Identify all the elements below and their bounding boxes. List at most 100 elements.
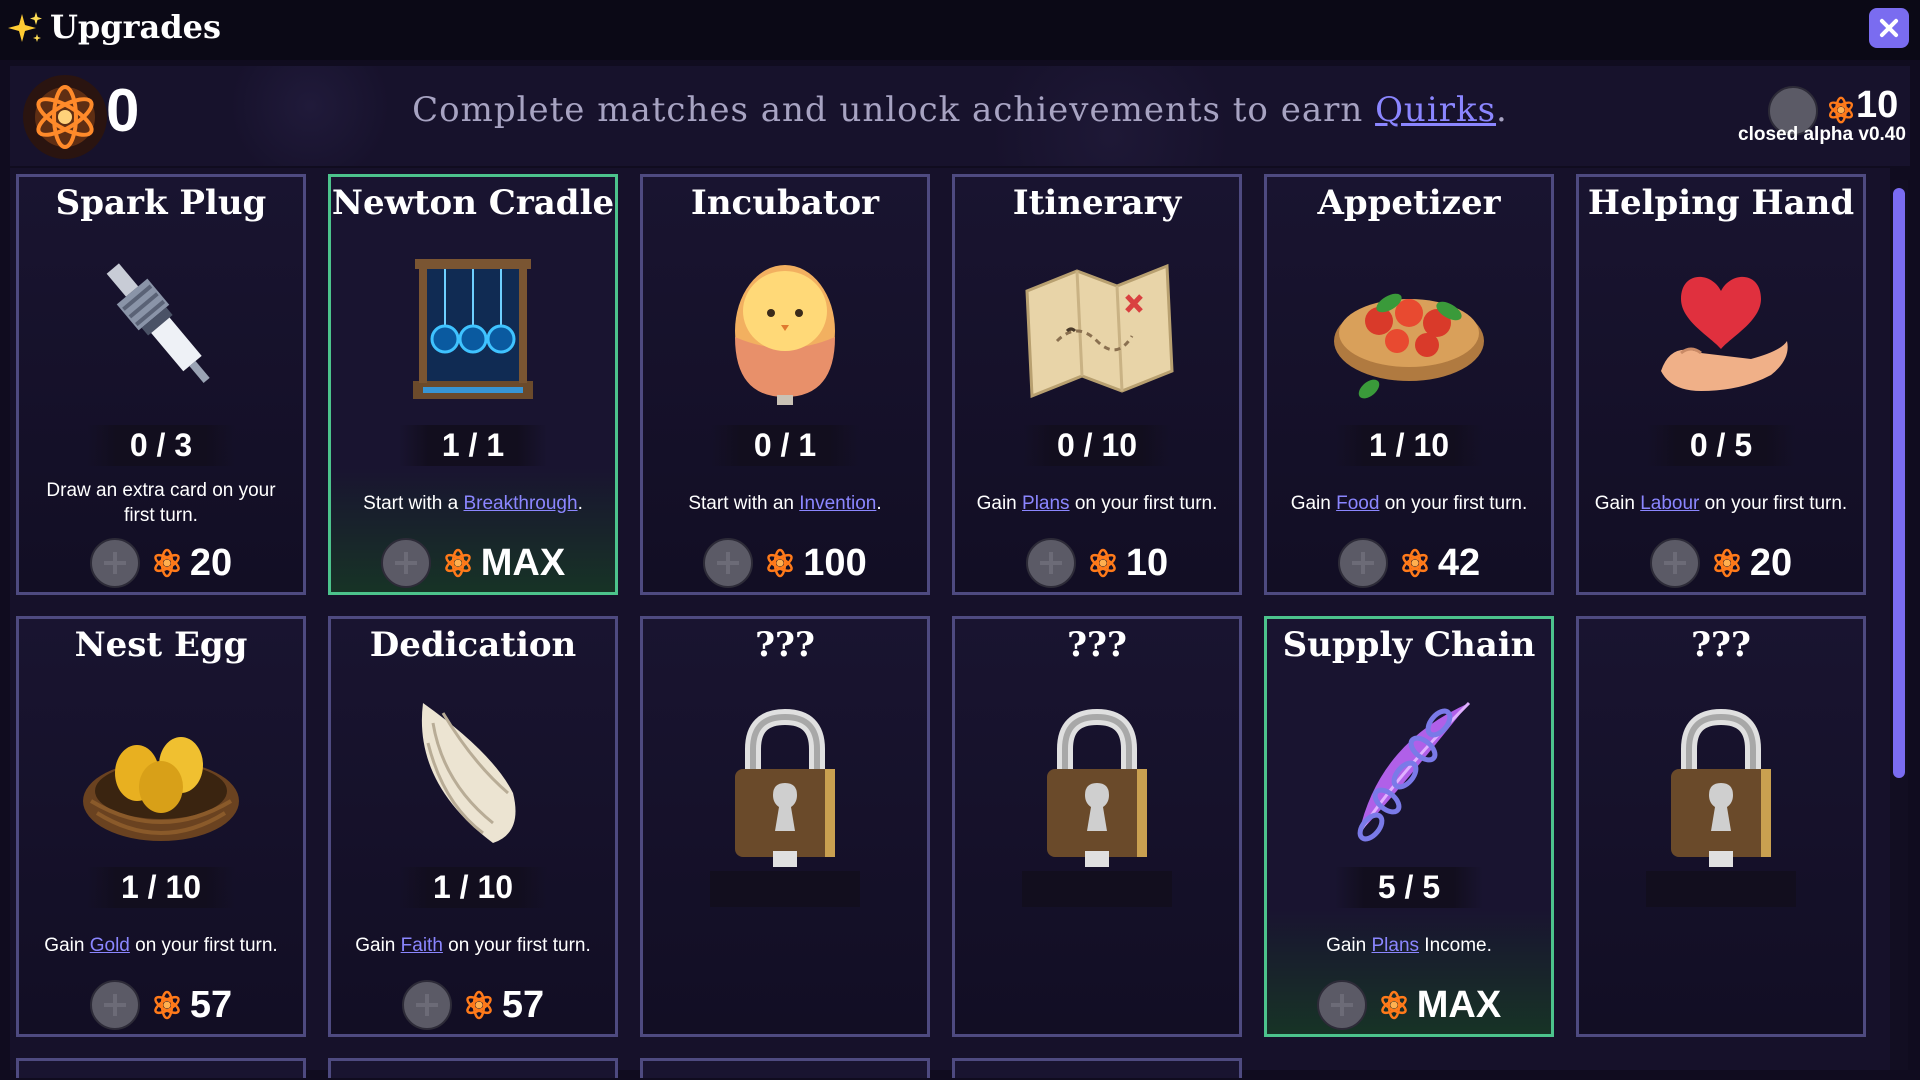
quirk-icon [767, 548, 794, 578]
keyword-link[interactable]: Invention [799, 493, 876, 514]
keyword-link[interactable]: Gold [90, 935, 130, 956]
level-placeholder [1646, 871, 1796, 907]
locked-upgrade-card[interactable]: ??? [952, 616, 1242, 1037]
upgrade-description: Gain Plans Income. [1279, 917, 1539, 973]
upgrade-level: 1 / 10 [87, 867, 235, 908]
upgrade-name: Dedication [369, 625, 577, 665]
keyword-link[interactable]: Plans [1022, 493, 1070, 514]
quirk-icon [1714, 548, 1740, 578]
description-text: . [577, 492, 583, 514]
upgrade-description: Gain Gold on your first turn. [31, 917, 291, 973]
buy-button[interactable] [89, 538, 140, 588]
padlock-icon [1631, 699, 1811, 869]
upgrade-name: Supply Chain [1282, 625, 1536, 665]
upgrade-name: Appetizer [1317, 183, 1501, 223]
upgrade-card[interactable]: Newton Cradle 1 / 1 Start with a Breakthro… [328, 174, 618, 595]
upgrade-card[interactable]: Appetizer 1 / 10 Gain Food on your first t… [1264, 174, 1554, 595]
upgrade-description: Gain Food on your first turn. [1279, 475, 1539, 531]
quirk-icon [1828, 96, 1854, 124]
keyword-link[interactable]: Breakthrough [463, 493, 577, 514]
upgrade-card[interactable]: Incubator 0 / 1 Start with an Invention. 10… [640, 174, 930, 595]
wing-icon [383, 683, 563, 853]
padlock-icon [695, 699, 875, 869]
buy-button[interactable] [401, 980, 452, 1030]
upgrade-name: Newton Cradle [331, 183, 615, 223]
upgrade-card[interactable]: Nest Egg 1 / 10 Gain Gold on your first tu… [16, 616, 306, 1037]
upgrade-card[interactable]: Supply Chain 5 / 5 Gain Plans Income. MAX [1264, 616, 1554, 1037]
keyword-link[interactable]: Faith [401, 935, 443, 956]
buy-button[interactable] [1025, 538, 1076, 588]
upgrade-description: Gain Faith on your first turn. [343, 917, 603, 973]
map-icon [1007, 241, 1187, 411]
upgrade-description: Gain Plans on your first turn. [967, 475, 1227, 531]
upgrade-card[interactable]: Dedication 1 / 10 Gain Faith on your first… [328, 616, 618, 1037]
version-label: closed alpha v0.40 [1738, 124, 1906, 145]
keyword-link[interactable]: Food [1336, 493, 1379, 514]
buy-button[interactable] [1649, 538, 1700, 588]
level-placeholder [1022, 871, 1172, 907]
description-text: on your first turn. [1069, 492, 1218, 514]
cost-value: 10 [1125, 541, 1169, 584]
secondary-count: 10 [1856, 84, 1899, 126]
upgrade-name: Incubator [690, 183, 880, 223]
quirk-icon [444, 548, 471, 578]
description-text: Draw an extra card on your first turn. [46, 480, 276, 526]
upgrade-card[interactable]: Itinerary 0 / 10 Gain Plans on your first … [952, 174, 1242, 595]
buy-button[interactable] [703, 538, 754, 588]
upgrade-name: ??? [755, 625, 815, 665]
upgrade-level: 0 / 10 [1023, 425, 1171, 466]
quirk-icon [466, 990, 492, 1020]
newton-cradle-icon [383, 241, 563, 411]
close-button[interactable] [1869, 8, 1909, 48]
nest-egg-icon [71, 683, 251, 853]
upgrade-card[interactable]: Spark Plug 0 / 3 Draw an extra card on you… [16, 174, 306, 595]
cost-value: 20 [189, 541, 233, 584]
quirks-link[interactable]: Quirks [1375, 90, 1496, 130]
upgrade-cost: 20 [1579, 537, 1863, 589]
upgrade-cost: 42 [1267, 537, 1551, 589]
upgrade-cost: 10 [955, 537, 1239, 589]
quirk-icon [154, 548, 180, 578]
quirk-icon [1380, 990, 1407, 1020]
cost-value: 42 [1437, 541, 1481, 584]
locked-upgrade-card[interactable]: ??? [640, 616, 930, 1037]
scrollbar-thumb[interactable] [1893, 188, 1905, 778]
keyword-link[interactable]: Plans [1372, 935, 1420, 956]
scrollbar[interactable] [1890, 180, 1908, 1070]
upgrade-description: Start with a Breakthrough. [343, 475, 603, 531]
buy-button[interactable] [380, 538, 431, 588]
cost-value: MAX [1416, 983, 1502, 1026]
buy-button[interactable] [1337, 538, 1388, 588]
upgrade-level: 1 / 10 [1335, 425, 1483, 466]
upgrade-level: 0 / 1 [711, 425, 859, 466]
description-text: Gain [1326, 934, 1372, 956]
bruschetta-icon [1319, 241, 1499, 411]
upgrade-name: Nest Egg [74, 625, 248, 665]
chain-feather-icon [1319, 683, 1499, 853]
spark-plug-icon [71, 241, 251, 411]
description-text: on your first turn. [129, 934, 278, 956]
quirk-icon [1090, 548, 1116, 578]
upgrade-cost: 57 [331, 979, 615, 1031]
cost-value: 100 [803, 541, 867, 584]
upgrade-level: 0 / 5 [1647, 425, 1795, 466]
description-text: Income. [1419, 934, 1492, 956]
quirk-icon [154, 990, 180, 1020]
upgrade-name: Spark Plug [55, 183, 267, 223]
keyword-link[interactable]: Labour [1640, 493, 1699, 514]
heart-hand-icon [1631, 241, 1811, 411]
upgrade-cost: MAX [331, 537, 615, 589]
buy-button[interactable] [89, 980, 140, 1030]
upgrade-name: Itinerary [1012, 183, 1182, 223]
cost-value: 57 [501, 983, 545, 1026]
window-title: Upgrades [50, 8, 221, 46]
upgrade-cost: MAX [1267, 979, 1551, 1031]
upgrade-cost: 100 [643, 537, 927, 589]
buy-button[interactable] [1316, 980, 1367, 1030]
upgrade-card-partial [952, 1058, 1242, 1078]
upgrade-card[interactable]: Helping Hand 0 / 5 Gain Labour on your fir… [1576, 174, 1866, 595]
cost-value: 57 [189, 983, 233, 1026]
upgrade-description: Start with an Invention. [655, 475, 915, 531]
upgrade-level: 1 / 10 [399, 867, 547, 908]
locked-upgrade-card[interactable]: ??? [1576, 616, 1866, 1037]
